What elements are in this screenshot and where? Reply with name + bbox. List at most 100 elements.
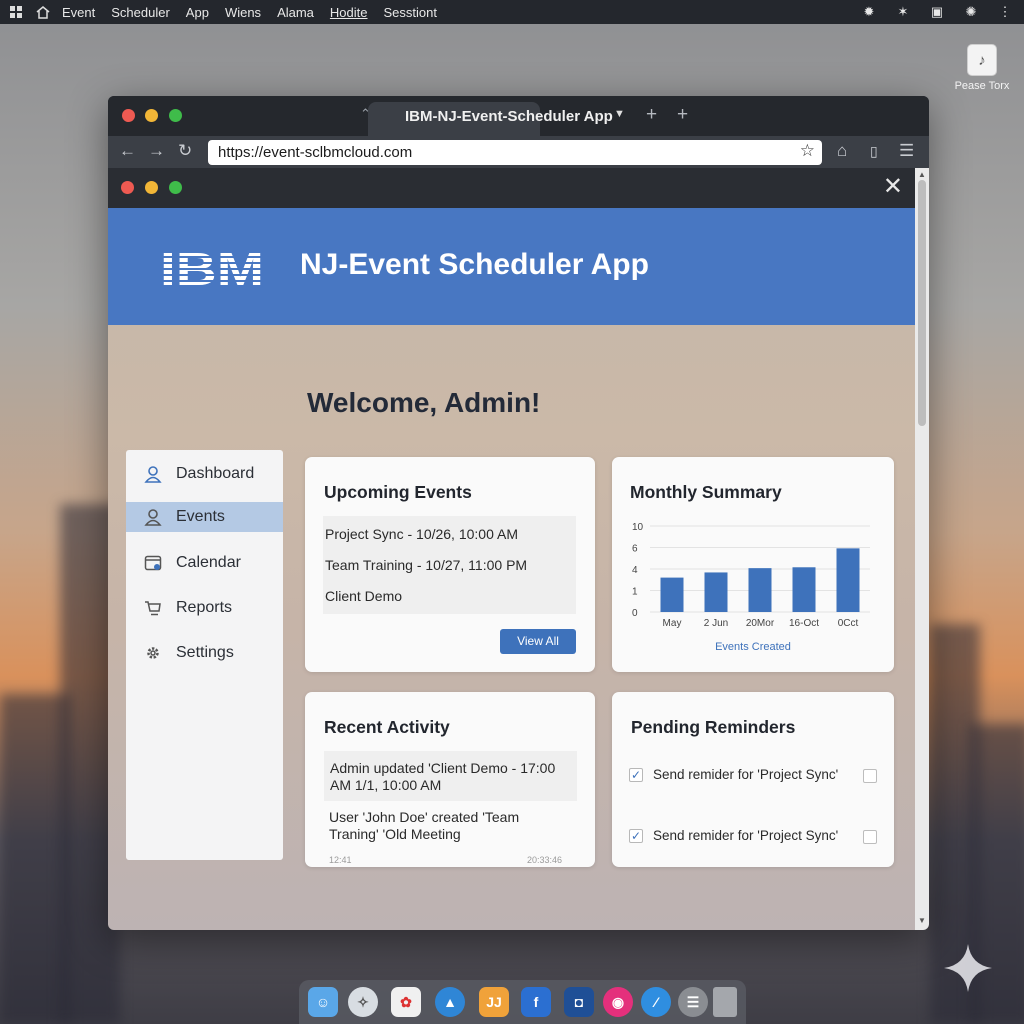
menu-item-alama[interactable]: Alama (277, 5, 314, 20)
address-bar[interactable]: https://event-sclbmcloud.com ☆ (208, 140, 822, 165)
more-vertical-icon[interactable]: ⋮ (998, 4, 1012, 20)
ibm-logo-icon: IBM (160, 245, 268, 289)
app-switcher-icon[interactable]: ☰ (678, 987, 708, 1017)
system-menubar: Event Scheduler App Wiens Alama Hodite S… (0, 0, 1024, 24)
gear-icon (147, 647, 159, 659)
app-minimize-dot[interactable] (145, 181, 158, 194)
notes-icon[interactable]: JJ (479, 987, 509, 1017)
sidebar-item-events[interactable]: Events (126, 502, 283, 532)
vertical-scrollbar[interactable]: ▲ ▼ (915, 168, 929, 930)
close-window-button[interactable] (122, 109, 135, 122)
menu-item-sesstiont[interactable]: Sesstiont (384, 5, 437, 20)
reminder-label: Send remider for 'Project Sync' (653, 828, 839, 843)
x-tick-label: 2 Jun (704, 618, 728, 629)
forward-arrow-icon[interactable]: → (148, 141, 165, 161)
sidebar-item-label: Calendar (176, 554, 241, 571)
menu-item-event[interactable]: Event (62, 5, 95, 20)
maximize-window-button[interactable] (169, 109, 182, 122)
sparkle-icon (944, 944, 992, 992)
tab-bar: ⌃ IBM-NJ-Event-Scheduler App ▼ + + (108, 96, 929, 136)
chart-bar[interactable] (748, 568, 772, 612)
x-tick-label: 0Cct (838, 618, 859, 629)
reload-icon[interactable]: ↻ (178, 141, 192, 161)
compass-icon[interactable]: ✧ (348, 987, 378, 1017)
url-text[interactable]: https://event-sclbmcloud.com (218, 144, 412, 161)
extensions-icon[interactable]: ▯ (870, 143, 878, 160)
card-title: Upcoming Events (324, 482, 472, 502)
card-title: Recent Activity (324, 717, 450, 737)
sidebar-item-settings[interactable]: Settings (126, 638, 283, 668)
desktop-file-icon[interactable]: ♪ Pease Torx (952, 44, 1012, 92)
instagram-icon[interactable]: ◉ (603, 987, 633, 1017)
pending-reminders-card: Pending Reminders ✓ Send remider for 'Pr… (612, 692, 894, 867)
home-outline-icon[interactable]: ⌂ (837, 141, 847, 161)
menu-item-app[interactable]: App (186, 5, 209, 20)
tab-chevron-down-icon[interactable]: ▼ (614, 108, 625, 120)
bookmark-star-icon[interactable]: ☆ (800, 141, 815, 161)
facebook-icon[interactable]: f (521, 987, 551, 1017)
scroll-down-icon[interactable]: ▼ (918, 916, 926, 925)
reminder-dismiss-checkbox[interactable] (863, 830, 877, 844)
app-titlebar: ✕ (108, 168, 915, 208)
sidebar-item-dashboard[interactable]: Dashboard (126, 459, 283, 489)
tab-title[interactable]: IBM-NJ-Event-Scheduler App (405, 108, 613, 125)
menu-item-wiens[interactable]: Wiens (225, 5, 261, 20)
menu-item-hodite[interactable]: Hodite (330, 5, 368, 20)
browser-window: ⌃ IBM-NJ-Event-Scheduler App ▼ + + ← → ↻… (108, 96, 929, 930)
navigation-bar: ← → ↻ https://event-sclbmcloud.com ☆ ⌂ ▯… (108, 136, 929, 168)
list-item[interactable]: Client Demo (325, 588, 402, 604)
new-window-plus-icon[interactable]: + (677, 104, 688, 126)
settings-status-icon[interactable]: ✹ (862, 4, 876, 20)
messenger-icon[interactable]: ⁄ (641, 987, 671, 1017)
back-arrow-icon[interactable]: ← (119, 141, 136, 161)
close-icon[interactable]: ✕ (883, 172, 903, 201)
menu-hamburger-icon[interactable]: ☰ (899, 141, 914, 161)
chart-bar[interactable] (836, 548, 860, 612)
reminder-dismiss-checkbox[interactable] (863, 769, 877, 783)
apps-grid-icon[interactable] (10, 6, 22, 18)
scroll-thumb[interactable] (918, 180, 926, 426)
reminder-label: Send remider for 'Project Sync' (653, 767, 839, 782)
sidebar-item-label: Reports (176, 599, 233, 616)
home-icon[interactable] (36, 6, 50, 19)
welcome-heading: Welcome, Admin! (307, 387, 541, 418)
chat-icon[interactable]: ◘ (564, 987, 594, 1017)
app-header-banner: IBM NJ-Event Scheduler App (108, 208, 915, 325)
app-close-dot[interactable] (121, 181, 134, 194)
reminder-row: ✓ Send remider for 'Project Sync' (629, 828, 879, 846)
activity-item[interactable]: Admin updated 'Client Demo - 17:00 AM 1/… (324, 751, 577, 801)
user-icon (144, 466, 162, 483)
x-tick-label: 20Mor (746, 618, 775, 629)
menu-item-scheduler[interactable]: Scheduler (111, 5, 170, 20)
chart-bar[interactable] (792, 567, 816, 612)
document-icon: ♪ (967, 44, 997, 76)
photos-icon[interactable]: ✿ (391, 987, 421, 1017)
app-window: ✕ IBM NJ-Event Scheduler App Welcome, Ad… (108, 168, 915, 930)
app-maximize-dot[interactable] (169, 181, 182, 194)
finder-icon[interactable]: ☺ (308, 987, 338, 1017)
list-item[interactable]: Team Training - 10/27, 11:00 PM (325, 557, 527, 573)
y-tick-label: 10 (632, 522, 644, 533)
view-all-button[interactable]: View All (500, 629, 576, 654)
sidebar-item-label: Settings (176, 644, 234, 661)
sidebar-item-calendar[interactable]: Calendar (126, 548, 283, 578)
activity-timestamp: 20:33:46 (527, 855, 563, 865)
mail-status-icon[interactable]: ▣ (930, 4, 944, 20)
reminder-checkbox[interactable]: ✓ (629, 768, 643, 782)
new-tab-plus-icon[interactable]: + (646, 104, 657, 126)
minimize-window-button[interactable] (145, 109, 158, 122)
scroll-up-icon[interactable]: ▲ (918, 170, 926, 179)
browser-icon[interactable]: ▲ (435, 987, 465, 1017)
gear-status-icon[interactable]: ✺ (964, 4, 978, 20)
activity-timestamp: 12:41 (329, 855, 352, 865)
trash-icon[interactable] (713, 987, 737, 1017)
list-item[interactable]: Project Sync - 10/26, 10:00 AM (325, 526, 518, 542)
reminder-checkbox[interactable]: ✓ (629, 829, 643, 843)
chart-bar[interactable] (704, 572, 728, 612)
star-status-icon[interactable]: ✶ (896, 4, 910, 20)
sidebar-item-label: Events (176, 508, 225, 525)
chart-caption: Events Created (715, 641, 791, 653)
y-tick-label: 0 (632, 608, 638, 619)
chart-bar[interactable] (660, 577, 684, 612)
sidebar-item-reports[interactable]: Reports (126, 593, 283, 623)
